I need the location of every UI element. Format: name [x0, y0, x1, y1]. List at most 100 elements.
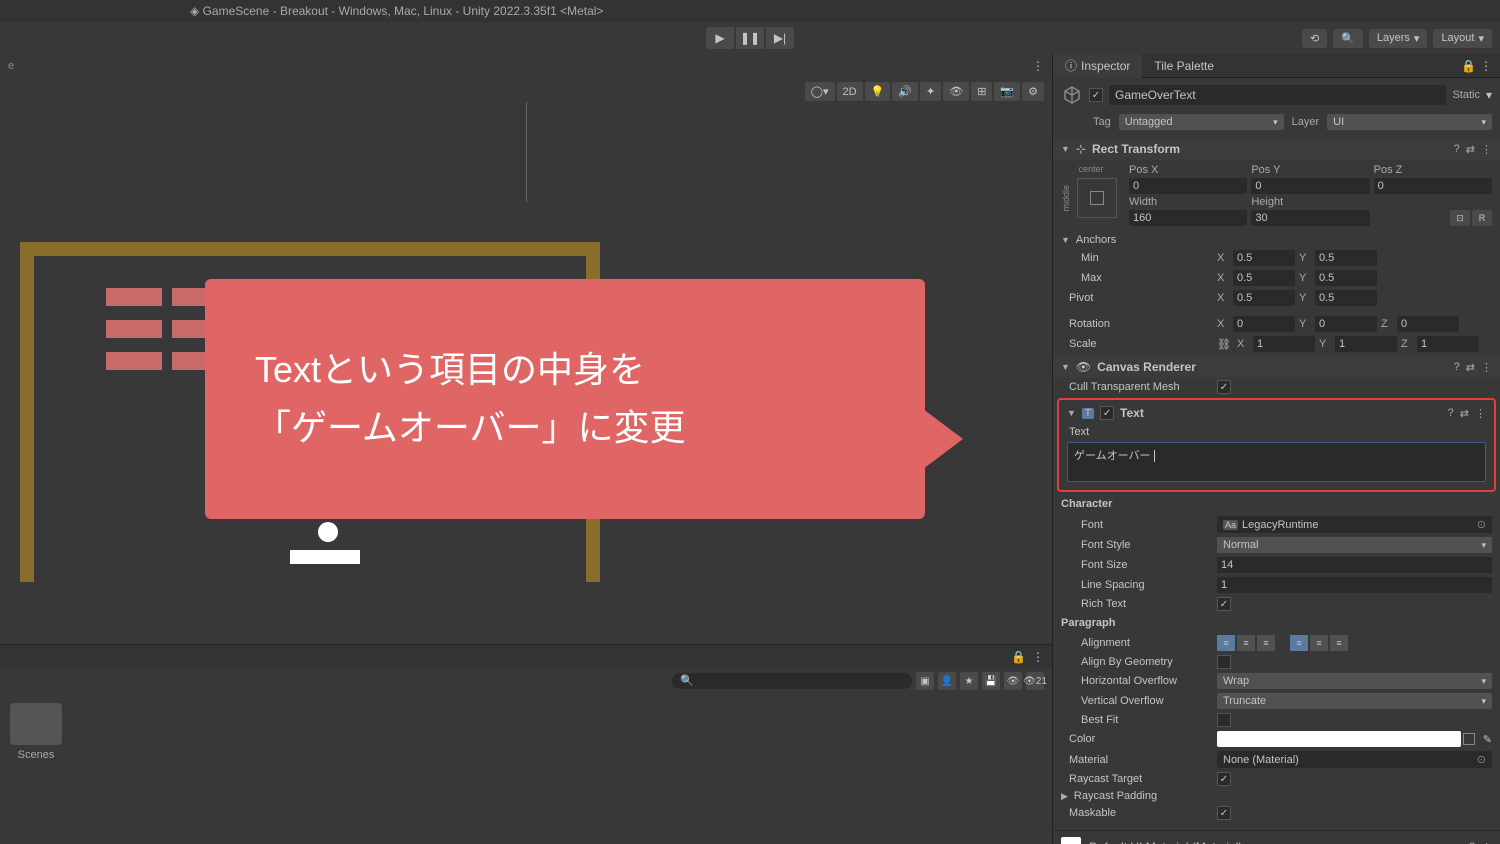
save-search-button[interactable]: 💾 [982, 672, 1000, 690]
align-top[interactable]: ≡ [1290, 635, 1308, 651]
menu-icon[interactable]: ⋮ [1481, 143, 1492, 156]
pivot-y[interactable] [1315, 290, 1377, 306]
raw-edit-button[interactable]: R [1472, 210, 1492, 226]
text-enabled-checkbox[interactable] [1100, 406, 1114, 420]
menu-icon[interactable]: ⋮ [1481, 361, 1492, 374]
font-style-dropdown[interactable]: Normal [1217, 537, 1492, 553]
align-middle[interactable]: ≡ [1310, 635, 1328, 651]
align-left[interactable]: ≡ [1217, 635, 1235, 651]
folder-item-scenes[interactable]: Scenes [10, 703, 62, 761]
align-bottom[interactable]: ≡ [1330, 635, 1348, 651]
anchor-min-y[interactable] [1315, 250, 1377, 266]
help-icon[interactable]: ? [1448, 407, 1454, 420]
active-checkbox[interactable] [1089, 88, 1103, 102]
align-right[interactable]: ≡ [1257, 635, 1275, 651]
layers-dropdown[interactable]: Layers ▾ [1369, 29, 1428, 48]
raycast-target-checkbox[interactable] [1217, 772, 1231, 786]
link-icon[interactable]: ⛓ [1217, 338, 1231, 351]
hidden-toggle[interactable]: 👁 [943, 82, 969, 101]
scale-z[interactable] [1417, 336, 1479, 352]
cull-checkbox[interactable] [1217, 380, 1231, 394]
lock-icon[interactable]: 🔒 [1011, 650, 1026, 664]
gameobject-name-input[interactable] [1109, 85, 1446, 105]
lock-icon[interactable]: 🔒 [1461, 59, 1476, 73]
rot-z[interactable] [1397, 316, 1459, 332]
2d-toggle-button[interactable]: 2D [837, 82, 863, 101]
v-overflow-dropdown[interactable]: Truncate [1217, 693, 1492, 709]
draw-mode-button[interactable]: ◯▾ [805, 82, 835, 101]
best-fit-checkbox[interactable] [1217, 713, 1231, 727]
filter-label-button[interactable]: 👤 [938, 672, 956, 690]
text-content-input[interactable]: ゲームオーバー [1067, 442, 1486, 482]
step-button[interactable]: ▶| [766, 27, 794, 49]
favorite-button[interactable]: ★ [960, 672, 978, 690]
camera-button[interactable]: 📷 [994, 82, 1020, 101]
help-icon[interactable]: ? [1454, 143, 1460, 156]
height-input[interactable] [1251, 210, 1369, 226]
fx-toggle[interactable]: ✦ [920, 82, 941, 101]
eyedropper-icon[interactable]: ✎ [1483, 733, 1492, 746]
rect-transform-header[interactable]: ▼ ⊹ Rect Transform ? ⇄ ⋮ [1053, 138, 1500, 160]
width-input[interactable] [1129, 210, 1247, 226]
material-field[interactable]: None (Material) [1217, 751, 1492, 768]
play-button[interactable]: ▶ [706, 27, 734, 49]
anchor-max-y[interactable] [1315, 270, 1377, 286]
preset-icon[interactable]: ⇄ [1460, 407, 1469, 420]
font-size-input[interactable] [1217, 557, 1492, 573]
pos-y-input[interactable] [1251, 178, 1369, 194]
maskable-checkbox[interactable] [1217, 806, 1231, 820]
pause-button[interactable]: ❚❚ [736, 27, 764, 49]
panel-menu-icon[interactable]: ⋮ [1480, 59, 1492, 73]
scene-tab-label[interactable]: e [8, 60, 14, 72]
raycast-padding-foldout[interactable]: ▶ [1061, 791, 1068, 802]
line-spacing-input[interactable] [1217, 577, 1492, 593]
layout-dropdown[interactable]: Layout ▾ [1433, 29, 1492, 48]
pos-x-input[interactable] [1129, 178, 1247, 194]
tag-dropdown[interactable]: Untagged [1119, 114, 1284, 130]
h-overflow-dropdown[interactable]: Wrap [1217, 673, 1492, 689]
layer-dropdown[interactable]: UI [1327, 114, 1492, 130]
hidden-visibility-button[interactable]: 👁 [1004, 672, 1022, 690]
hidden-count-badge[interactable]: 👁21 [1026, 672, 1044, 690]
menu-icon[interactable]: ⋮ [1475, 407, 1486, 420]
preset-icon[interactable]: ⇄ [1466, 361, 1475, 374]
static-label: Static [1452, 89, 1480, 101]
tab-inspector[interactable]: ⓘ Inspector [1053, 54, 1142, 78]
gameobject-icon[interactable] [1061, 84, 1083, 106]
preset-icon[interactable]: ⇄ [1466, 143, 1475, 156]
color-field[interactable] [1217, 731, 1461, 747]
project-search-input[interactable] [672, 673, 912, 689]
panel-menu-icon[interactable]: ⋮ [1032, 650, 1044, 664]
anchor-min-x[interactable] [1233, 250, 1295, 266]
scale-y[interactable] [1335, 336, 1397, 352]
canvas-renderer-header[interactable]: ▼ 👁 Canvas Renderer ?⇄⋮ [1053, 356, 1500, 378]
filter-type-button[interactable]: ▣ [916, 672, 934, 690]
rot-x[interactable] [1233, 316, 1295, 332]
default-material-row[interactable]: Default UI Material (Material) ?⋮ [1053, 830, 1500, 844]
gizmos-dropdown[interactable]: ⚙ [1022, 82, 1044, 101]
font-field[interactable]: AaLegacyRuntime [1217, 516, 1492, 533]
rich-text-checkbox[interactable] [1217, 597, 1231, 611]
blueprint-mode-button[interactable]: ⊡ [1450, 210, 1470, 226]
search-global-button[interactable]: 🔍 [1333, 29, 1363, 48]
tab-tile-palette[interactable]: Tile Palette [1142, 55, 1226, 77]
pivot-x[interactable] [1233, 290, 1295, 306]
gizmo-toggle[interactable]: ⊞ [971, 82, 992, 101]
anchors-foldout[interactable]: ▼ [1061, 235, 1070, 245]
static-dropdown[interactable]: ▾ [1486, 88, 1492, 102]
scale-x[interactable] [1253, 336, 1315, 352]
help-icon[interactable]: ? [1469, 841, 1475, 844]
align-geometry-checkbox[interactable] [1217, 655, 1231, 669]
text-component-header[interactable]: ▼ T Text ?⇄⋮ [1059, 402, 1494, 424]
lighting-toggle[interactable]: 💡 [865, 82, 891, 101]
align-center[interactable]: ≡ [1237, 635, 1255, 651]
panel-menu-icon[interactable]: ⋮ [1032, 59, 1044, 73]
menu-icon[interactable]: ⋮ [1481, 841, 1492, 844]
anchor-preset-button[interactable] [1077, 178, 1117, 218]
audio-toggle[interactable]: 🔊 [892, 82, 918, 101]
rot-y[interactable] [1315, 316, 1377, 332]
undo-history-button[interactable]: ⟲ [1302, 29, 1327, 48]
help-icon[interactable]: ? [1454, 361, 1460, 374]
pos-z-input[interactable] [1374, 178, 1492, 194]
anchor-max-x[interactable] [1233, 270, 1295, 286]
